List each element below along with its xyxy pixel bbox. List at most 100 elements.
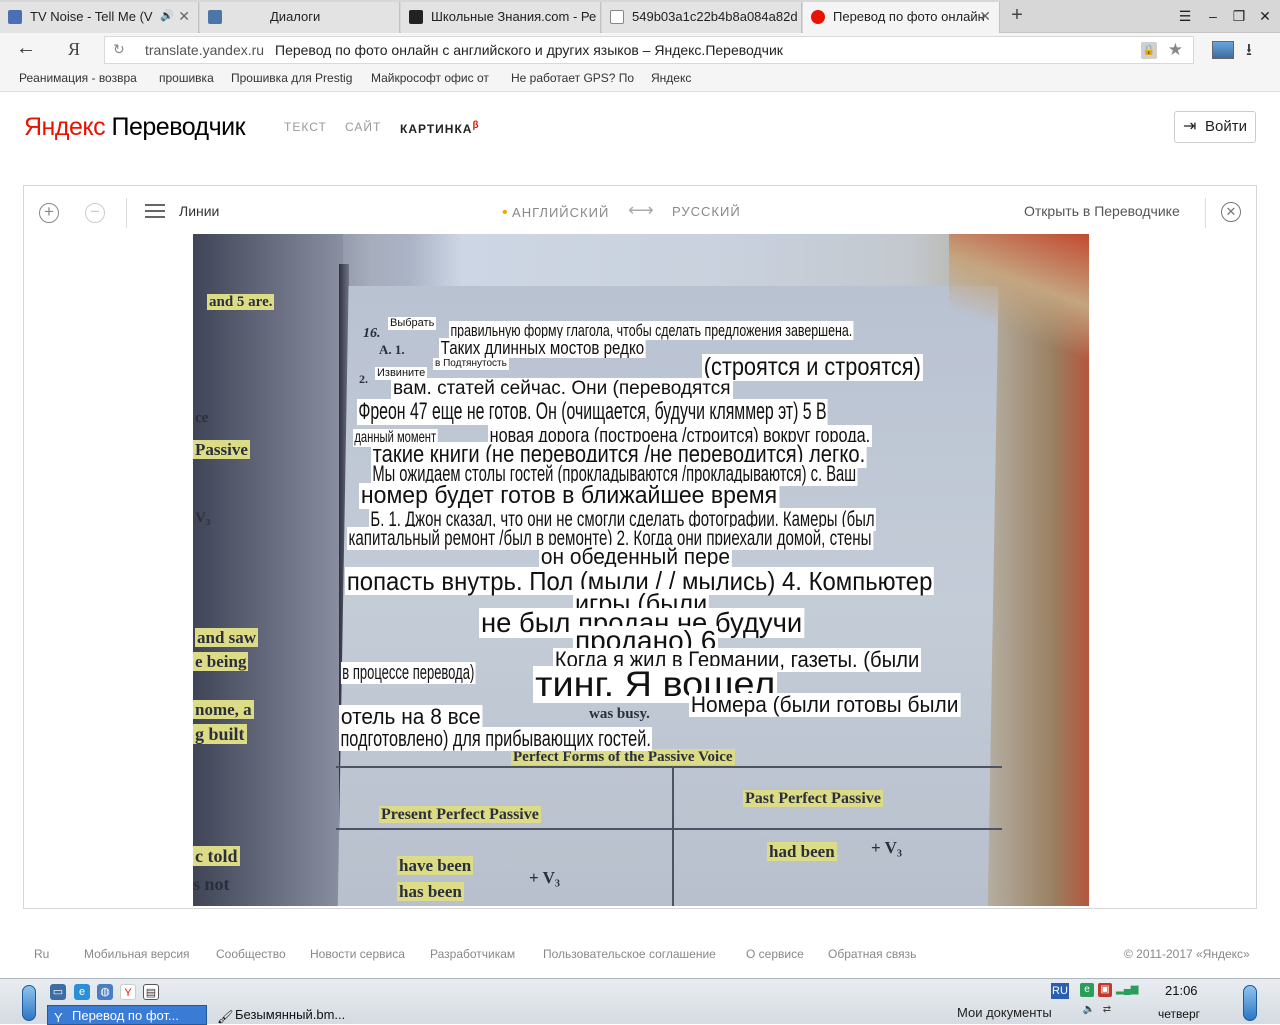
back-arrow-icon[interactable]: ←: [16, 37, 36, 60]
chat-icon: [208, 10, 222, 24]
start-button[interactable]: [22, 985, 36, 1021]
minimize-icon[interactable]: –: [1202, 6, 1224, 26]
show-desktop-button[interactable]: [1243, 985, 1257, 1021]
lines-icon[interactable]: [145, 204, 165, 218]
page-text: Passive: [193, 440, 250, 459]
lock-icon[interactable]: 🔒: [1141, 42, 1157, 59]
language-indicator[interactable]: RU: [1051, 983, 1069, 999]
open-in-translator-link[interactable]: Открыть в Переводчике: [1024, 203, 1180, 219]
taskbar-app-translate[interactable]: Y Перевод по фот...: [47, 1005, 207, 1025]
footer-link-agreement[interactable]: Пользовательское соглашение: [543, 947, 716, 961]
bookmark-item[interactable]: Реанимация - возвра: [19, 71, 143, 85]
close-panel-icon[interactable]: ✕: [1221, 202, 1241, 222]
translation-line: в Подтянутость: [433, 358, 509, 370]
tab-tv-noise[interactable]: TV Noise - Tell Me (V 🔊 ✕: [0, 2, 199, 33]
tab-znania[interactable]: Школьные Знания.com - Ре: [401, 2, 601, 33]
source-language-selector[interactable]: • АНГЛИЙСКИЙ: [502, 204, 609, 222]
translation-line: номер будет готов в ближайшее время: [359, 482, 779, 509]
footer-link-language[interactable]: Ru: [34, 947, 49, 961]
yandex-translate-icon: [811, 10, 825, 24]
url-host: translate.yandex.ru: [145, 42, 265, 58]
tab-text[interactable]: ТЕКСТ: [284, 120, 327, 134]
signal-icon[interactable]: ▂▄▆: [1116, 983, 1138, 997]
footer-link-community[interactable]: Сообщество: [216, 947, 286, 961]
footer-link-news[interactable]: Новости сервиса: [310, 947, 405, 961]
auto-detect-dot-icon: •: [502, 204, 513, 221]
footer-link-developers[interactable]: Разработчикам: [430, 947, 515, 961]
image-viewer-icon[interactable]: [1212, 41, 1234, 59]
page-text: V₃: [195, 510, 211, 526]
network-icon[interactable]: ⇄: [1100, 1003, 1114, 1017]
page-text: and saw: [195, 628, 259, 647]
taskbar-app-paint[interactable]: 🖌 Безымянный.bm...: [211, 1005, 361, 1025]
bookmarks-bar: Реанимация - возвра прошивка Прошивка дл…: [0, 68, 1280, 92]
download-icon[interactable]: ⭳: [1246, 37, 1252, 66]
restore-icon[interactable]: ❐: [1228, 6, 1250, 26]
target-language-selector[interactable]: РУССКИЙ: [672, 204, 741, 219]
znania-icon: [409, 10, 423, 24]
table-divider: [672, 768, 674, 906]
logo-translator: Переводчик: [105, 113, 246, 141]
bookmark-item[interactable]: Прошивка для Prestig: [231, 71, 357, 85]
tab-title: Перевод по фото онлайн: [833, 9, 985, 24]
translation-line: Выбрать: [388, 317, 437, 330]
page-text: 2.: [359, 372, 368, 386]
taskbar-app-label: Безымянный.bm...: [235, 1007, 346, 1022]
zoom-out-button[interactable]: −: [85, 203, 105, 223]
login-button[interactable]: ⇥ Войти: [1174, 111, 1256, 143]
taskbar-app-label: Перевод по фот...: [72, 1008, 179, 1023]
table-cell: + V₃: [529, 868, 561, 887]
clock-day: четверг: [1158, 1007, 1200, 1021]
menu-icon[interactable]: ☰: [1174, 6, 1196, 26]
tab-image[interactable]: КАРТИНКАβ: [400, 120, 479, 136]
browser-icon[interactable]: ◍: [97, 984, 113, 1000]
tab-title: 549b03a1c22b4b8a084a82d: [632, 9, 798, 24]
tab-site[interactable]: САЙТ: [345, 120, 381, 134]
page-text: and 5 are.: [207, 294, 275, 310]
yandex-browser-icon[interactable]: Y: [120, 984, 136, 1000]
yandex-translate-logo[interactable]: Яндекс Переводчик: [24, 113, 246, 142]
volume-icon[interactable]: 🔈: [1082, 1003, 1096, 1017]
tab-image-file[interactable]: 549b03a1c22b4b8a084a82d: [602, 2, 802, 33]
close-window-icon[interactable]: ✕: [1254, 6, 1276, 26]
reload-icon[interactable]: ↻: [113, 41, 125, 58]
page-text: g built: [193, 724, 247, 744]
close-tab-icon[interactable]: ✕: [979, 2, 991, 31]
yandex-home-button[interactable]: Я: [68, 39, 80, 60]
bookmark-item[interactable]: прошивка: [159, 71, 219, 85]
close-tab-icon[interactable]: ✕: [178, 2, 190, 31]
tab-dialogs[interactable]: Диалоги: [200, 2, 400, 33]
tab-yandex-translate[interactable]: Перевод по фото онлайн ✕: [803, 2, 1000, 33]
new-tab-button[interactable]: +: [1006, 3, 1028, 29]
table-cell: has been: [397, 882, 464, 901]
clock-time[interactable]: 21:06: [1165, 983, 1198, 998]
tray-app-icon[interactable]: ▣: [1098, 983, 1112, 997]
internet-explorer-icon[interactable]: e: [74, 984, 90, 1000]
tab-title: TV Noise - Tell Me (V: [30, 9, 153, 24]
bookmark-item[interactable]: Майкрософт офис от: [371, 71, 495, 85]
zoom-in-button[interactable]: +: [39, 203, 59, 223]
bookmark-item[interactable]: Не работает GPS? По: [511, 71, 635, 85]
os-taskbar: ▭ e ◍ Y ▤ Y Перевод по фот... 🖌 Безымянный…: [0, 978, 1280, 1025]
window-icon[interactable]: ▤: [143, 984, 159, 1000]
bookmark-star-icon[interactable]: ★: [1168, 40, 1183, 60]
image-translation-panel: + − Линии • АНГЛИЙСКИЙ ⟷ РУССКИЙ Открыть…: [23, 185, 1257, 909]
desktop-icon[interactable]: ▭: [50, 984, 66, 1000]
table-surface: [949, 234, 1089, 364]
url-page-title: Перевод по фото онлайн с английского и д…: [275, 42, 783, 58]
footer-link-feedback[interactable]: Обратная связь: [828, 947, 916, 961]
page-text: 16.: [363, 326, 381, 341]
tab-title: Школьные Знания.com - Ре: [431, 9, 597, 24]
swap-languages-icon[interactable]: ⟷: [628, 200, 654, 221]
copyright: © 2011-2017 «Яндекс»: [1124, 947, 1250, 961]
translation-line: Таких длинных мостов редко: [439, 338, 646, 358]
speaker-icon[interactable]: 🔊: [160, 2, 174, 31]
footer-link-mobile[interactable]: Мобильная версия: [84, 947, 190, 961]
tray-e-icon[interactable]: e: [1080, 983, 1094, 997]
footer-link-about[interactable]: О сервисе: [746, 947, 804, 961]
my-documents-toolbar[interactable]: Мои документы: [957, 1005, 1052, 1020]
url-field[interactable]: ↻ translate.yandex.ru Перевод по фото он…: [104, 36, 1194, 64]
lines-mode-label[interactable]: Линии: [179, 203, 219, 219]
table-header: Present Perfect Passive: [379, 806, 541, 823]
bookmark-item[interactable]: Яндекс: [651, 71, 711, 85]
